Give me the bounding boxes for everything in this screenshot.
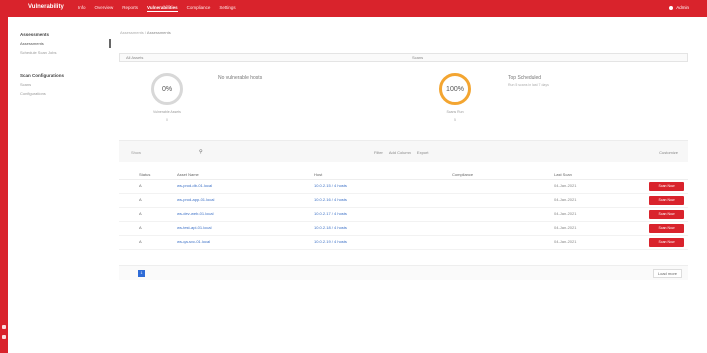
brand-logo[interactable]: Vulnerability bbox=[28, 4, 64, 10]
row-host-link[interactable]: 10.0.2.19 / 4 hosts bbox=[314, 239, 347, 244]
row-status: A bbox=[139, 183, 142, 188]
row-status: A bbox=[139, 211, 142, 216]
filter-button[interactable]: Filter bbox=[374, 150, 383, 155]
user-avatar-icon bbox=[669, 5, 674, 10]
nav-item-compliance[interactable]: Compliance bbox=[187, 5, 211, 12]
top-header-bar: Vulnerability Info Overview Reports Vuln… bbox=[0, 0, 707, 17]
table-row[interactable]: A ws-prod-db-01.local 10.0.2.15 / 4 host… bbox=[119, 180, 688, 194]
row-asset-link[interactable]: ws-prod-db-01.local bbox=[177, 183, 212, 188]
scan-now-button[interactable]: Scan Now bbox=[649, 238, 684, 247]
scan-now-button[interactable]: Scan Now bbox=[649, 182, 684, 191]
pagination: 1 Load more bbox=[119, 265, 688, 280]
user-name: Admin bbox=[676, 5, 689, 10]
row-asset-link[interactable]: ws-test-api-01.local bbox=[177, 225, 211, 230]
search-icon[interactable]: ⚲ bbox=[199, 149, 203, 155]
gauge-desc: Run 5 scans in last 7 days bbox=[508, 83, 549, 87]
asset-filter-select[interactable]: All Assets bbox=[126, 55, 143, 60]
sidebar-group-scan-config: Scan Configurations Scans Configurations bbox=[14, 73, 111, 98]
settings-icon[interactable] bbox=[2, 335, 6, 339]
gauge-label: Vulnerable Assets bbox=[153, 110, 181, 114]
column-header-last-scan[interactable]: Last Scan bbox=[554, 172, 572, 177]
table-row[interactable]: A ws-dev-web-01.local 10.0.2.17 / 4 host… bbox=[119, 208, 688, 222]
table-row[interactable]: A ws-test-api-01.local 10.0.2.18 / 4 hos… bbox=[119, 222, 688, 236]
sidebar-item-schedule[interactable]: Schedule Scan Jobs bbox=[14, 48, 111, 57]
scan-now-button[interactable]: Scan Now bbox=[649, 210, 684, 219]
sidebar-item-assessments[interactable]: Assessments bbox=[14, 39, 111, 48]
load-more-button[interactable]: Load more bbox=[652, 269, 682, 278]
row-asset-link[interactable]: ws-prod-app-01.local bbox=[177, 197, 214, 202]
sidebar: Assessments Assessments Schedule Scan Jo… bbox=[14, 17, 111, 353]
assessments-table: Status Asset Name Host Compliance Last S… bbox=[119, 170, 688, 250]
sidebar-group-title: Assessments bbox=[20, 32, 50, 37]
row-asset-link[interactable]: ws-dev-web-01.local bbox=[177, 211, 213, 216]
sidebar-item-configurations[interactable]: Configurations bbox=[14, 89, 111, 98]
row-host-link[interactable]: 10.0.2.17 / 4 hosts bbox=[314, 211, 347, 216]
breadcrumb: Assessments / Assessments bbox=[120, 30, 171, 35]
table-actions: Filter Add Column Export bbox=[374, 150, 428, 155]
scan-now-button[interactable]: Scan Now bbox=[649, 196, 684, 205]
sidebar-group-title: Scan Configurations bbox=[20, 73, 65, 78]
row-status: A bbox=[139, 197, 142, 202]
table-header: Status Asset Name Host Compliance Last S… bbox=[119, 170, 688, 180]
gauge-value: 0% bbox=[161, 85, 173, 93]
left-icon-rail bbox=[0, 17, 8, 353]
nav-item-info[interactable]: Info bbox=[78, 5, 86, 12]
scans-run-gauge: 100% bbox=[439, 73, 471, 105]
row-asset-link[interactable]: ws-qa-svc-01.local bbox=[177, 239, 210, 244]
column-header-compliance[interactable]: Compliance bbox=[452, 172, 473, 177]
top-nav: Info Overview Reports Vulnerabilities Co… bbox=[78, 5, 236, 12]
scan-filter-select[interactable]: Scans bbox=[412, 55, 423, 60]
gauge-value: 100% bbox=[446, 85, 464, 93]
page-number: 1 bbox=[140, 271, 143, 275]
row-host-link[interactable]: 10.0.2.16 / 4 hosts bbox=[314, 197, 347, 202]
row-status: A bbox=[139, 225, 142, 230]
row-host-link[interactable]: 10.0.2.18 / 4 hosts bbox=[314, 225, 347, 230]
sidebar-group-assessments: Assessments Assessments Schedule Scan Jo… bbox=[14, 32, 111, 57]
row-date: 04-Jan-2021 bbox=[554, 183, 577, 188]
row-date: 04-Jan-2021 bbox=[554, 197, 577, 202]
page-1-button[interactable]: 1 bbox=[138, 270, 145, 277]
row-date: 04-Jan-2021 bbox=[554, 239, 577, 244]
gauge-label: Scans Run bbox=[446, 110, 464, 114]
scan-now-button[interactable]: Scan Now bbox=[649, 224, 684, 233]
add-column-button[interactable]: Add Column bbox=[389, 150, 411, 155]
breadcrumb-parent[interactable]: Assessments bbox=[120, 30, 144, 35]
vulnerable-assets-gauge: 0% bbox=[151, 73, 183, 105]
row-host-link[interactable]: 10.0.2.15 / 4 hosts bbox=[314, 183, 347, 188]
export-button[interactable]: Export bbox=[417, 150, 429, 155]
customize-button[interactable]: Customize bbox=[659, 150, 678, 155]
table-toolbar: Show ⚲ Filter Add Column Export Customiz… bbox=[119, 140, 688, 162]
column-header-host[interactable]: Host bbox=[314, 172, 322, 177]
table-row[interactable]: A ws-prod-app-01.local 10.0.2.16 / 4 hos… bbox=[119, 194, 688, 208]
nav-item-overview[interactable]: Overview bbox=[95, 5, 114, 12]
sidebar-item-scans[interactable]: Scans bbox=[14, 80, 111, 89]
gauge-title: No vulnerable hosts bbox=[218, 75, 263, 81]
rows-per-page-select[interactable]: Show bbox=[131, 150, 141, 155]
row-date: 04-Jan-2021 bbox=[554, 211, 577, 216]
breadcrumb-current: Assessments bbox=[146, 30, 171, 35]
gauge-sub: 5 bbox=[454, 118, 456, 122]
row-status: A bbox=[139, 239, 142, 244]
column-header-status[interactable]: Status bbox=[139, 172, 150, 177]
nav-item-reports[interactable]: Reports bbox=[122, 5, 138, 12]
gauge-title: Top Scheduled bbox=[508, 75, 542, 81]
row-date: 04-Jan-2021 bbox=[554, 225, 577, 230]
help-icon[interactable] bbox=[2, 325, 6, 329]
nav-item-settings[interactable]: Settings bbox=[219, 5, 235, 12]
column-header-name[interactable]: Asset Name bbox=[177, 172, 199, 177]
gauge-sub: 0 bbox=[166, 118, 168, 122]
filter-bar: All Assets Scans bbox=[119, 53, 688, 62]
user-menu[interactable]: Admin bbox=[669, 5, 689, 10]
table-row[interactable]: A ws-qa-svc-01.local 10.0.2.19 / 4 hosts… bbox=[119, 236, 688, 250]
nav-item-vulnerabilities[interactable]: Vulnerabilities bbox=[147, 5, 178, 12]
